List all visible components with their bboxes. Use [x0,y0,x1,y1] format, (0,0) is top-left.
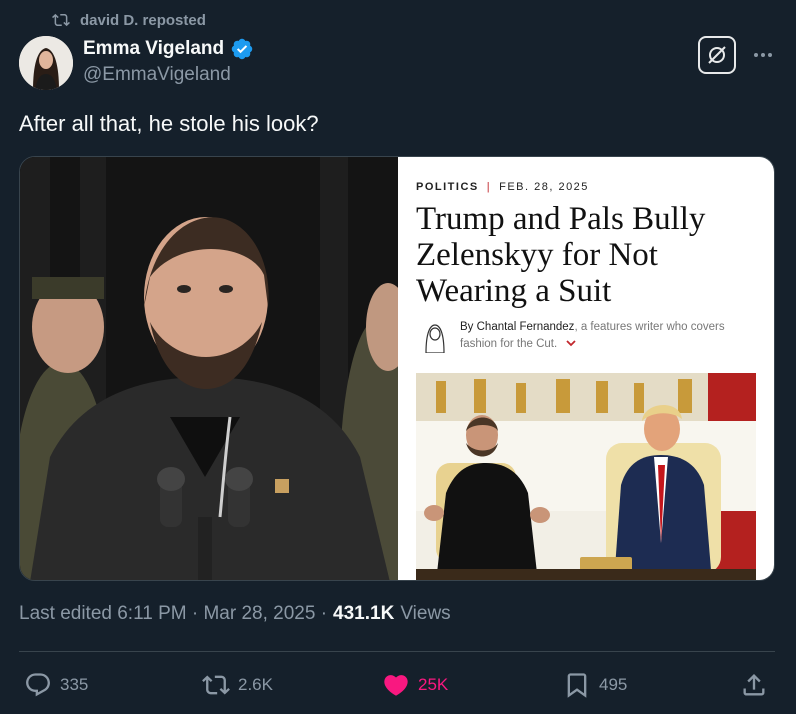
bookmark-count: 495 [599,675,628,694]
repost-icon [52,13,70,27]
divider [19,651,775,652]
author-handle[interactable]: @EmmaVigeland [83,64,231,86]
tweet-media[interactable]: POLITICS | FEB. 28, 2025 Trump and Pals Bu… [19,156,775,581]
verified-badge-icon [231,38,253,60]
share-icon [743,674,765,696]
repost-indicator[interactable]: david D. reposted [52,10,206,30]
bookmark-icon [567,673,587,698]
tweet-text: After all that, he stole his look? [19,111,319,136]
more-icon [754,53,772,57]
article-section: POLITICS [416,181,479,193]
heart-icon [384,675,408,696]
grok-button[interactable] [698,36,736,74]
reply-icon [26,673,50,697]
article-date: FEB. 28, 2025 [499,181,589,193]
repost-icon [202,675,230,695]
share-button[interactable] [740,665,768,705]
views-count: 431.1K [333,603,395,624]
chevron-down-icon [566,340,577,347]
article-screenshot[interactable]: POLITICS | FEB. 28, 2025 Trump and Pals Bu… [398,157,774,580]
like-count: 25K [418,675,449,694]
author-name[interactable]: Emma Vigeland [83,38,224,60]
avatar[interactable] [19,36,73,90]
tweet-meta: Last edited 6:11 PM · Mar 28, 2025 · 431… [19,603,451,625]
article-photo [416,373,756,580]
byline-avatar-icon [418,319,452,353]
repost-button[interactable]: 2.6K [202,665,273,705]
action-bar: 335 2.6K 25K 495 [0,665,796,705]
grok-icon [708,46,726,64]
repost-count: 2.6K [238,675,273,694]
like-button[interactable]: 25K [382,665,448,705]
repost-text: david D. reposted [80,11,206,29]
reply-button[interactable]: 335 [24,665,88,705]
byline-author: By Chantal Fernandez [460,321,575,333]
reply-count: 335 [60,675,89,694]
more-options-button[interactable] [750,42,776,68]
edited-timestamp[interactable]: Last edited 6:11 PM · Mar 28, 2025 · [19,603,327,625]
speaker-photo[interactable] [20,157,420,580]
bookmark-button[interactable]: 495 [563,665,627,705]
article-title: Trump and Pals Bully Zelenskyy for Not W… [416,201,706,309]
article-byline: By Chantal Fernandez, a features writer … [460,319,740,353]
views-label: Views [400,603,451,624]
